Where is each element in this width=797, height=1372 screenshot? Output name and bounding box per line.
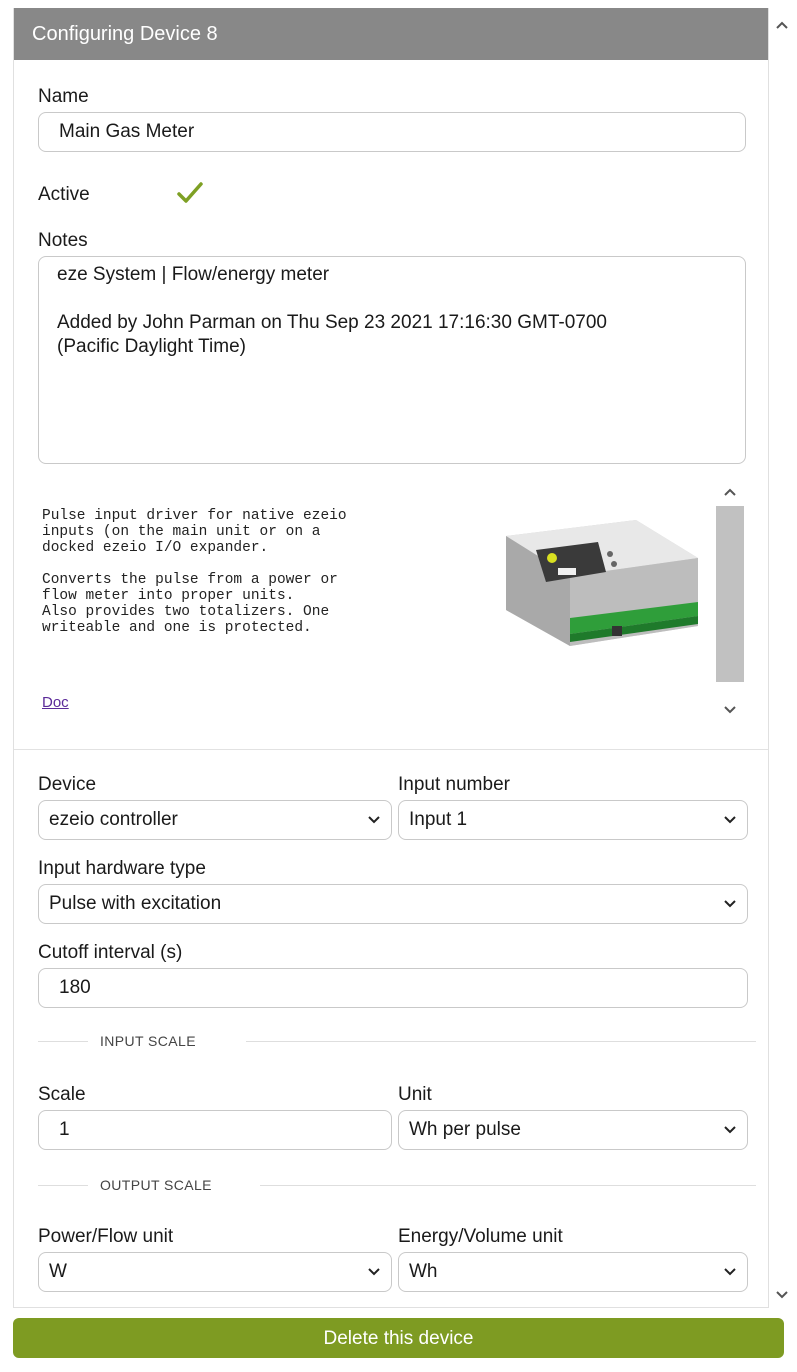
delete-device-button[interactable]: Delete this device (13, 1318, 784, 1358)
power-flow-unit-value: W (49, 1261, 67, 1282)
power-flow-unit-select[interactable]: W (38, 1252, 392, 1292)
doc-scrollbar[interactable] (714, 478, 744, 722)
name-label: Name (38, 86, 89, 107)
input-scale-title: INPUT SCALE (100, 1033, 196, 1049)
input-hw-type-select[interactable]: Pulse with excitation (38, 884, 748, 924)
chevron-down-icon[interactable] (771, 1284, 793, 1306)
cutoff-label: Cutoff interval (s) (38, 942, 183, 963)
doc-scrollbar-thumb[interactable] (716, 506, 744, 682)
input-number-value: Input 1 (409, 809, 468, 830)
device-select[interactable]: ezeio controller (38, 800, 392, 840)
input-number-select[interactable]: Input 1 (398, 800, 748, 840)
scale-input[interactable] (38, 1110, 392, 1150)
notes-label: Notes (38, 230, 88, 251)
chevron-down-icon[interactable] (716, 698, 744, 722)
driver-description: Pulse input driver for native ezeio inpu… (42, 508, 347, 636)
panel-scrollbar[interactable] (771, 8, 793, 1310)
driver-doc-area: Pulse input driver for native ezeio inpu… (14, 478, 768, 750)
chevron-down-icon (368, 816, 380, 824)
notes-textarea[interactable]: eze System | Flow/energy meter Added by … (38, 256, 746, 464)
unit-select[interactable]: Wh per pulse (398, 1110, 748, 1150)
device-image (506, 520, 698, 646)
cutoff-input[interactable] (38, 968, 748, 1008)
device-label: Device (38, 774, 97, 795)
active-checkbox[interactable] (176, 180, 204, 211)
input-hw-type-label: Input hardware type (38, 858, 206, 879)
input-hw-type-value: Pulse with excitation (49, 893, 222, 914)
name-input[interactable] (38, 112, 746, 152)
divider (38, 1185, 88, 1186)
divider (246, 1041, 756, 1042)
input-number-label: Input number (398, 774, 510, 795)
active-label: Active (38, 184, 90, 205)
chevron-down-icon (724, 1126, 736, 1134)
chevron-down-icon (368, 1268, 380, 1276)
energy-volume-unit-select[interactable]: Wh (398, 1252, 748, 1292)
output-scale-title: OUTPUT SCALE (100, 1177, 212, 1193)
divider (38, 1041, 88, 1042)
chevron-down-icon (724, 900, 736, 908)
check-icon (177, 182, 203, 203)
panel-header: Configuring Device 8 (14, 8, 768, 60)
chevron-down-icon (724, 1268, 736, 1276)
scale-label: Scale (38, 1084, 86, 1105)
device-select-value: ezeio controller (49, 809, 178, 830)
device-config-panel: Configuring Device 8 Name Active Notes e… (13, 8, 769, 1308)
unit-value: Wh per pulse (409, 1119, 521, 1140)
chevron-up-icon[interactable] (716, 480, 744, 504)
unit-label: Unit (398, 1084, 432, 1105)
energy-volume-unit-value: Wh (409, 1261, 438, 1282)
doc-link[interactable]: Doc (42, 694, 69, 711)
energy-volume-unit-label: Energy/Volume unit (398, 1226, 563, 1247)
chevron-down-icon (724, 816, 736, 824)
power-flow-unit-label: Power/Flow unit (38, 1226, 174, 1247)
chevron-up-icon[interactable] (771, 14, 793, 36)
divider (260, 1185, 756, 1186)
